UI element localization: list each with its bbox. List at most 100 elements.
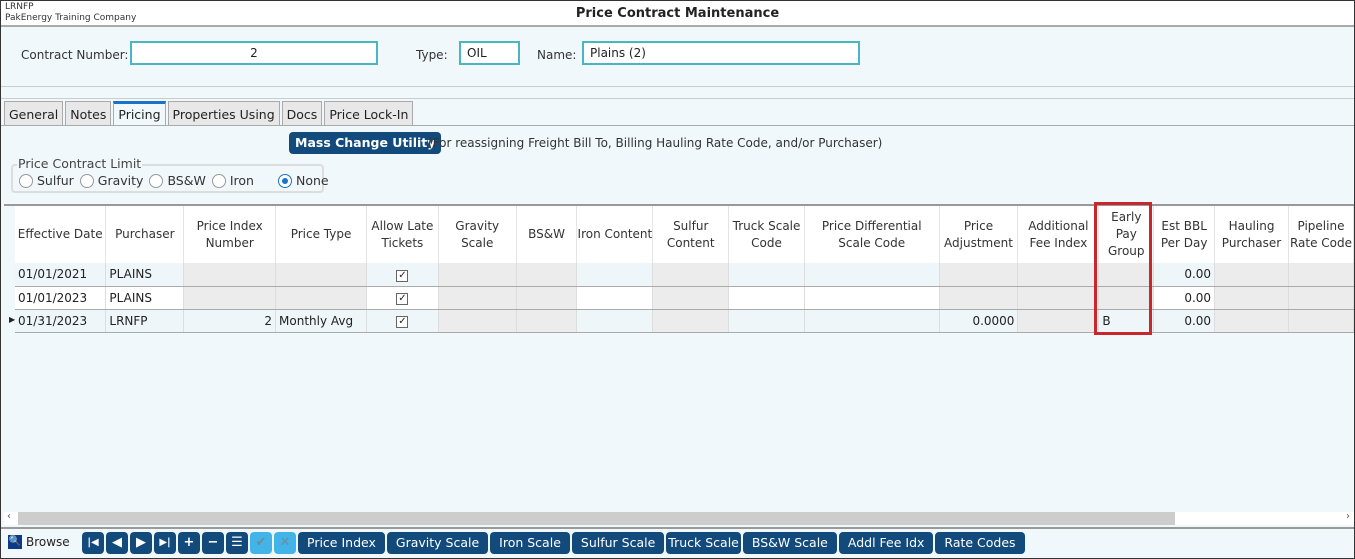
- tab-general[interactable]: General: [4, 101, 64, 125]
- cell-est-bbl-per-day[interactable]: 0.00: [1153, 309, 1216, 333]
- cell-est-bbl-per-day[interactable]: 0.00: [1153, 263, 1216, 287]
- next-icon[interactable]: ▶: [130, 532, 152, 554]
- cell-hauling-purchaser[interactable]: [1214, 263, 1289, 287]
- cell-gravity-scale[interactable]: [438, 309, 517, 333]
- addl-fee-idx-button[interactable]: Addl Fee Idx: [838, 532, 934, 554]
- cell-effective-date[interactable]: 01/01/2023: [15, 286, 107, 310]
- cell-sulfur-content[interactable]: [652, 263, 730, 287]
- checkbox-icon[interactable]: ✓: [396, 293, 409, 305]
- cell-pipeline-rate-code[interactable]: [1288, 309, 1354, 333]
- column-header[interactable]: Iron Content: [576, 206, 654, 263]
- column-header[interactable]: BS&W: [516, 206, 578, 263]
- column-header[interactable]: Price Index Number: [183, 206, 277, 263]
- cell-additional-fee-index[interactable]: [1017, 263, 1100, 287]
- type-field[interactable]: OIL: [459, 41, 520, 65]
- rate-codes-button[interactable]: Rate Codes: [935, 532, 1025, 554]
- cell-iron-content[interactable]: [576, 309, 654, 333]
- cell-price-type[interactable]: Monthly Avg: [275, 309, 367, 333]
- column-header[interactable]: Sulfur Content: [652, 206, 730, 263]
- cell-gravity-scale[interactable]: [438, 286, 517, 310]
- cell-pipeline-rate-code[interactable]: [1288, 263, 1354, 287]
- cell-allow-late-tickets[interactable]: ✓: [366, 309, 439, 333]
- browse-button[interactable]: 🔍 Browse: [8, 535, 70, 549]
- save-icon[interactable]: ✔: [250, 532, 272, 554]
- cell-hauling-purchaser[interactable]: [1214, 309, 1289, 333]
- cell-bs-w[interactable]: [516, 309, 578, 333]
- cell-price-adjustment[interactable]: 0.0000: [939, 309, 1019, 333]
- column-header[interactable]: Price Type: [275, 206, 367, 263]
- price-index-button[interactable]: Price Index: [298, 532, 385, 554]
- cell-additional-fee-index[interactable]: [1017, 286, 1100, 310]
- column-header[interactable]: Est BBL Per Day: [1153, 206, 1216, 263]
- table-row[interactable]: 01/31/2023 LRNFP 2 Monthly Avg ✓ 0.0000 B 0.00: [15, 309, 1354, 333]
- cell-price-type[interactable]: [275, 286, 367, 310]
- radio-sulfur[interactable]: Sulfur: [19, 173, 74, 188]
- cell-effective-date[interactable]: 01/31/2023: [15, 309, 107, 333]
- cell-truck-scale-code[interactable]: [728, 286, 805, 310]
- cell-purchaser[interactable]: LRNFP: [105, 309, 185, 333]
- cell-truck-scale-code[interactable]: [728, 263, 805, 287]
- cell-purchaser[interactable]: PLAINS: [105, 263, 185, 287]
- cell-price-adjustment[interactable]: [939, 263, 1019, 287]
- cell-price-index-number[interactable]: 2: [183, 309, 277, 333]
- cell-price-type[interactable]: [275, 263, 367, 287]
- table-row[interactable]: 01/01/2023 PLAINS ✓ 0.00: [15, 286, 1354, 310]
- cell-bs-w[interactable]: [516, 263, 578, 287]
- gravity-scale-button[interactable]: Gravity Scale: [386, 532, 489, 554]
- cell-truck-scale-code[interactable]: [728, 309, 805, 333]
- cell-bs-w[interactable]: [516, 286, 578, 310]
- add-icon[interactable]: +: [178, 532, 200, 554]
- truck-scale-button[interactable]: Truck Scale: [666, 532, 741, 554]
- cell-iron-content[interactable]: [576, 263, 654, 287]
- scroll-left-icon[interactable]: ‹: [7, 511, 11, 522]
- column-header[interactable]: Pipeline Rate Code: [1288, 206, 1354, 263]
- cell-purchaser[interactable]: PLAINS: [105, 286, 185, 310]
- iron-scale-button[interactable]: Iron Scale: [490, 532, 570, 554]
- cell-sulfur-content[interactable]: [652, 286, 730, 310]
- last-icon[interactable]: ▶|: [154, 532, 176, 554]
- tab-properties-using[interactable]: Properties Using: [167, 101, 280, 125]
- tab-notes[interactable]: Notes: [65, 101, 112, 125]
- checkbox-icon[interactable]: ✓: [396, 316, 409, 328]
- scroll-right-icon[interactable]: ›: [1346, 511, 1350, 522]
- cell-price-index-number[interactable]: [183, 286, 277, 310]
- column-header[interactable]: Effective Date: [15, 206, 107, 263]
- list-icon[interactable]: ☰: [226, 532, 248, 554]
- cancel-icon[interactable]: ✕: [274, 532, 296, 554]
- column-header[interactable]: Allow Late Tickets: [366, 206, 439, 263]
- column-header[interactable]: Price Differential Scale Code: [804, 206, 940, 263]
- cell-est-bbl-per-day[interactable]: 0.00: [1153, 286, 1216, 310]
- mass-change-utility-button[interactable]: Mass Change Utility: [289, 132, 442, 154]
- column-header[interactable]: Price Adjustment: [939, 206, 1019, 263]
- cell-additional-fee-index[interactable]: [1017, 309, 1100, 333]
- column-header[interactable]: Gravity Scale: [438, 206, 517, 263]
- cell-allow-late-tickets[interactable]: ✓: [366, 263, 439, 287]
- column-header[interactable]: Purchaser: [105, 206, 185, 263]
- radio-gravity[interactable]: Gravity: [79, 173, 143, 188]
- cell-price-differential-scale-code[interactable]: [804, 263, 940, 287]
- column-header[interactable]: Truck Scale Code: [728, 206, 805, 263]
- checkbox-icon[interactable]: ✓: [396, 269, 409, 282]
- name-field[interactable]: Plains (2): [582, 41, 860, 65]
- sulfur-scale-button[interactable]: Sulfur Scale: [571, 532, 665, 554]
- column-header[interactable]: Additional Fee Index: [1017, 206, 1100, 263]
- cell-gravity-scale[interactable]: [438, 263, 517, 287]
- tab-docs[interactable]: Docs: [281, 101, 323, 125]
- cell-price-adjustment[interactable]: [939, 286, 1019, 310]
- radio-iron[interactable]: Iron: [211, 173, 254, 188]
- cell-pipeline-rate-code[interactable]: [1288, 286, 1354, 310]
- delete-icon[interactable]: −: [202, 532, 224, 554]
- horizontal-scrollbar[interactable]: ‹ ›: [4, 511, 1354, 525]
- cell-hauling-purchaser[interactable]: [1214, 286, 1289, 310]
- contract-number-field[interactable]: 2: [130, 41, 378, 65]
- cell-effective-date[interactable]: 01/01/2021: [15, 263, 107, 287]
- cell-allow-late-tickets[interactable]: ✓: [366, 286, 439, 310]
- radio-bsw[interactable]: BS&W: [149, 173, 206, 188]
- cell-price-differential-scale-code[interactable]: [804, 286, 940, 310]
- cell-price-index-number[interactable]: [183, 263, 277, 287]
- column-header[interactable]: Hauling Purchaser: [1214, 206, 1289, 263]
- tab-pricing[interactable]: Pricing: [113, 101, 166, 125]
- cell-sulfur-content[interactable]: [652, 309, 730, 333]
- radio-none[interactable]: None: [277, 173, 329, 188]
- prev-icon[interactable]: ◀: [106, 532, 128, 554]
